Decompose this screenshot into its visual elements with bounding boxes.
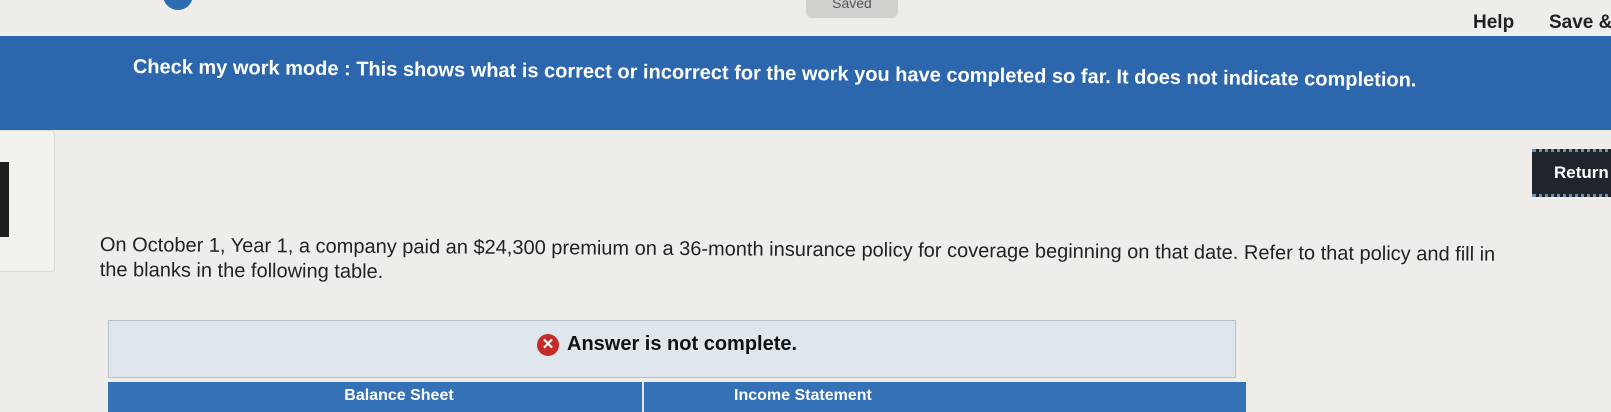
question-text: On October 1, Year 1, a company paid an … [99, 233, 1496, 283]
answer-status-box: ✕ Answer is not complete. [108, 320, 1236, 378]
return-button[interactable]: Return [1532, 149, 1611, 197]
column-header-income-statement: Income Statement [734, 387, 872, 404]
top-bar: Saved Help Save & [0, 0, 1611, 38]
save-exit-link[interactable]: Save & [1549, 12, 1611, 34]
answer-table-header: Balance Sheet Income Statement [108, 382, 1246, 412]
answer-status: ✕ Answer is not complete. [537, 333, 797, 356]
column-header-balance-sheet: Balance Sheet [108, 382, 644, 412]
answer-status-label: Answer is not complete. [567, 333, 798, 355]
banner-text: Check my work mode : This shows what is … [132, 56, 1417, 92]
check-my-work-banner: Check my work mode : This shows what is … [0, 36, 1611, 130]
side-panel-handle[interactable] [0, 162, 9, 237]
saved-status-badge: Saved [806, 0, 898, 18]
progress-indicator-icon [163, 0, 193, 10]
x-circle-icon: ✕ [537, 333, 559, 356]
help-link[interactable]: Help [1473, 12, 1514, 34]
